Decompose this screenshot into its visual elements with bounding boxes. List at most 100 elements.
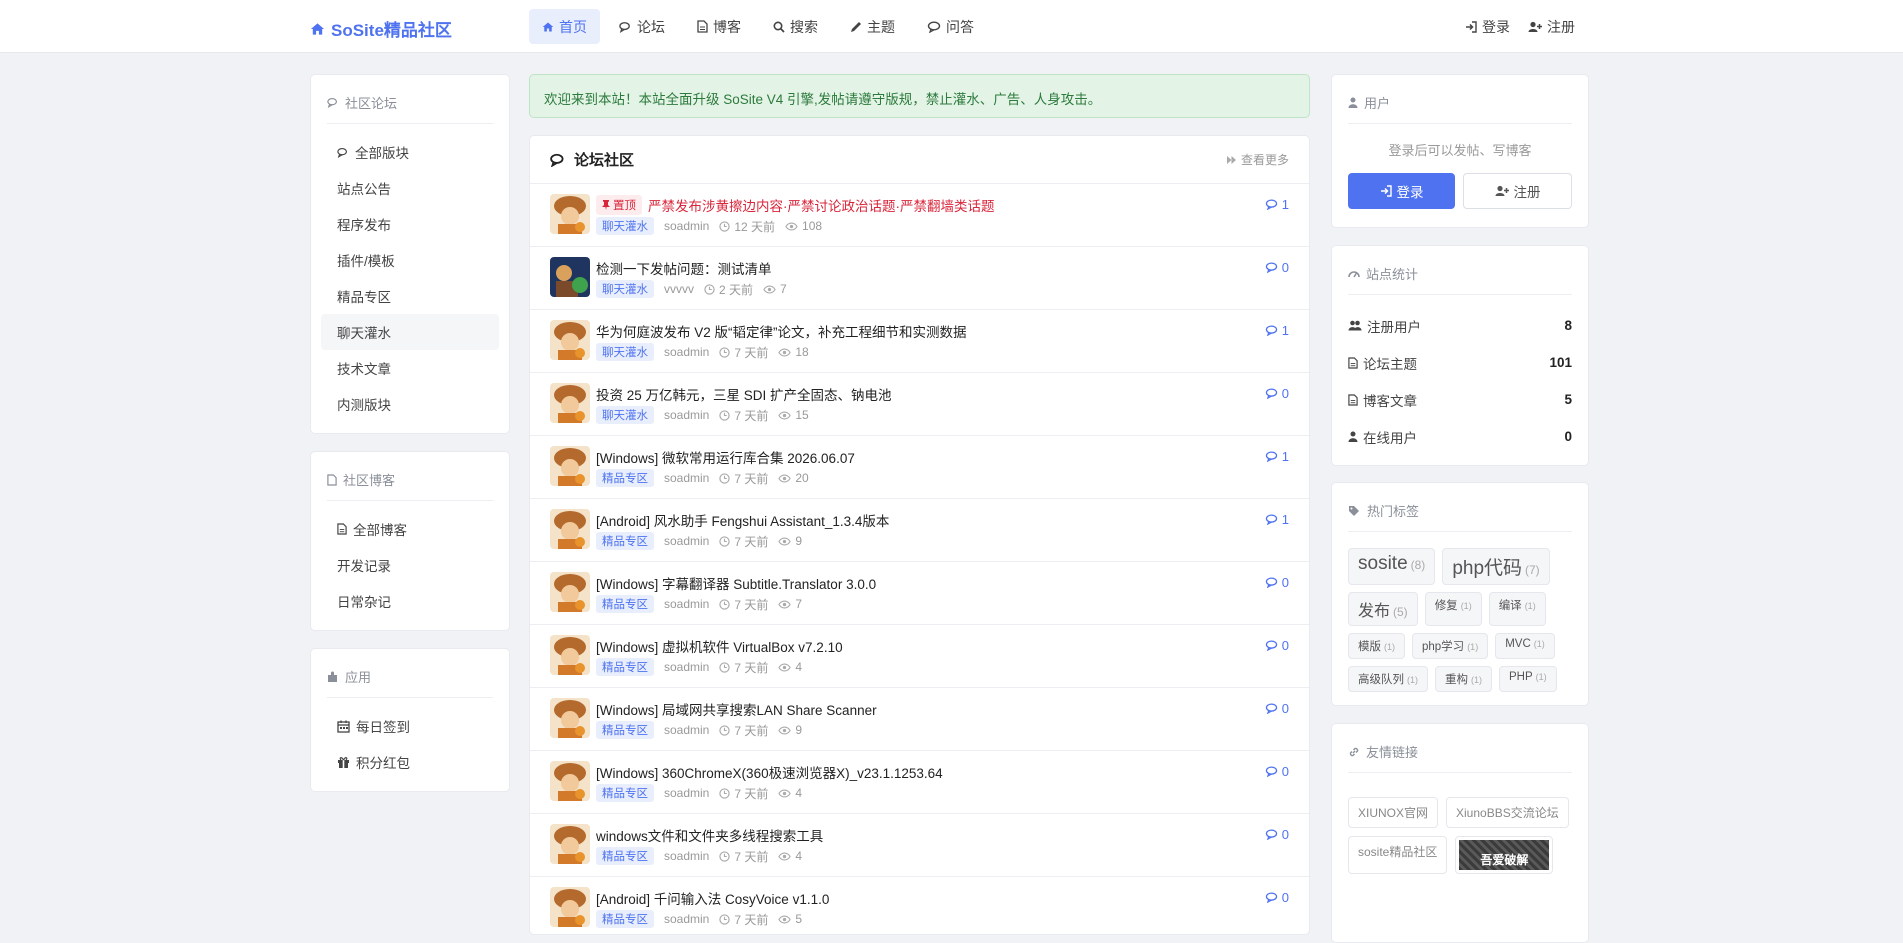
thread-replies[interactable]: 0 xyxy=(1265,764,1289,779)
thread-title-link[interactable]: [Windows] 360ChromeX(360极速浏览器X)_v23.1.12… xyxy=(596,762,943,782)
hot-tag[interactable]: sosite (8) xyxy=(1348,548,1436,585)
sidebar-item-red-packet[interactable]: 积分红包 xyxy=(321,744,499,780)
thread-row[interactable]: [Android] 风水助手 Fengshui Assistant_1.3.4版… xyxy=(530,499,1309,562)
board-tag[interactable]: 精品专区 xyxy=(596,658,654,676)
board-tag[interactable]: 精品专区 xyxy=(596,847,654,865)
avatar[interactable] xyxy=(550,257,590,297)
login-button[interactable]: 登录 xyxy=(1348,173,1455,209)
thread-author[interactable]: soadmin xyxy=(664,597,709,611)
thread-author[interactable]: soadmin xyxy=(664,660,709,674)
hot-tag[interactable]: 高级队列 (1) xyxy=(1348,666,1428,692)
thread-title-link[interactable]: [Windows] 虚拟机软件 VirtualBox v7.2.10 xyxy=(596,636,843,656)
thread-author[interactable]: soadmin xyxy=(664,849,709,863)
sidebar-item-tech[interactable]: 技术文章 xyxy=(321,350,499,386)
thread-replies[interactable]: 0 xyxy=(1265,638,1289,653)
sidebar-item-checkin[interactable]: 每日签到 xyxy=(321,708,499,744)
thread-row[interactable]: [Windows] 360ChromeX(360极速浏览器X)_v23.1.12… xyxy=(530,751,1309,814)
hot-tag[interactable]: 重构 (1) xyxy=(1435,666,1492,692)
avatar[interactable] xyxy=(550,446,590,486)
view-more-link[interactable]: 查看更多 xyxy=(1226,151,1289,168)
hot-tag[interactable]: MVC (1) xyxy=(1495,633,1555,659)
friend-link[interactable]: XIUNOX官网 xyxy=(1348,797,1439,828)
nav-blog[interactable]: 博客 xyxy=(684,9,754,44)
sidebar-item-diary[interactable]: 日常杂记 xyxy=(321,583,499,619)
avatar[interactable] xyxy=(550,824,590,864)
thread-author[interactable]: soadmin xyxy=(664,408,709,422)
thread-author[interactable]: soadmin xyxy=(664,345,709,359)
thread-author[interactable]: soadmin xyxy=(664,912,709,926)
nav-search[interactable]: 搜索 xyxy=(760,9,831,44)
avatar[interactable] xyxy=(550,887,590,927)
thread-row[interactable]: [Android] 千问输入法 CosyVoice v1.1.0 精品专区 soad… xyxy=(530,877,1309,934)
board-tag[interactable]: 聊天灌水 xyxy=(596,217,654,235)
nav-register-button[interactable]: 注册 xyxy=(1522,9,1581,44)
board-tag[interactable]: 精品专区 xyxy=(596,469,654,487)
thread-row[interactable]: windows文件和文件夹多线程搜索工具 精品专区 soadmin 7 天前 4 0 xyxy=(530,814,1309,877)
hot-tag[interactable]: php代码 (7) xyxy=(1442,548,1550,585)
board-tag[interactable]: 精品专区 xyxy=(596,784,654,802)
hot-tag[interactable]: PHP (1) xyxy=(1499,666,1557,692)
thread-author[interactable]: soadmin xyxy=(664,786,709,800)
hot-tag[interactable]: 发布 (5) xyxy=(1348,592,1418,626)
thread-replies[interactable]: 0 xyxy=(1265,701,1289,716)
thread-replies[interactable]: 0 xyxy=(1265,386,1289,401)
thread-replies[interactable]: 0 xyxy=(1265,260,1289,275)
board-tag[interactable]: 精品专区 xyxy=(596,595,654,613)
thread-title-link[interactable]: windows文件和文件夹多线程搜索工具 xyxy=(596,825,823,845)
thread-title-link[interactable]: 检测一下发帖问题：测试清单 xyxy=(596,258,772,278)
thread-author[interactable]: vvvvv xyxy=(664,282,694,296)
register-button[interactable]: 注册 xyxy=(1463,173,1572,209)
thread-row[interactable]: 华为何庭波发布 V2 版“韬定律”论文，补充工程细节和实测数据 聊天灌水 soadm… xyxy=(530,310,1309,373)
avatar[interactable] xyxy=(550,383,590,423)
thread-title-link[interactable]: [Android] 风水助手 Fengshui Assistant_1.3.4版… xyxy=(596,510,889,530)
thread-row[interactable]: [Windows] 局域网共享搜索LAN Share Scanner 精品专区 so… xyxy=(530,688,1309,751)
board-tag[interactable]: 聊天灌水 xyxy=(596,280,654,298)
thread-title-link[interactable]: [Windows] 微软常用运行库合集 2026.06.07 xyxy=(596,447,855,467)
board-tag[interactable]: 聊天灌水 xyxy=(596,406,654,424)
board-tag[interactable]: 精品专区 xyxy=(596,721,654,739)
avatar[interactable] xyxy=(550,194,590,234)
thread-author[interactable]: soadmin xyxy=(664,723,709,737)
thread-replies[interactable]: 0 xyxy=(1265,890,1289,905)
thread-row[interactable]: [Windows] 字幕翻译器 Subtitle.Translator 3.0.… xyxy=(530,562,1309,625)
hot-tag[interactable]: 修复 (1) xyxy=(1424,592,1482,626)
nav-qa[interactable]: 问答 xyxy=(914,9,987,44)
sidebar-item-beta[interactable]: 内测版块 xyxy=(321,386,499,422)
avatar[interactable] xyxy=(550,635,590,675)
thread-author[interactable]: soadmin xyxy=(664,471,709,485)
thread-title-link[interactable]: 置顶 严禁发布涉黄擦边内容·严禁讨论政治话题·严禁翻墙类话题 xyxy=(596,195,995,215)
friend-link[interactable]: sosite精品社区 xyxy=(1348,836,1448,874)
sidebar-item-chat[interactable]: 聊天灌水 xyxy=(321,314,499,350)
nav-home[interactable]: 首页 xyxy=(529,9,600,44)
thread-replies[interactable]: 1 xyxy=(1265,512,1289,527)
site-logo[interactable]: SoSite精品社区 xyxy=(310,16,452,41)
avatar[interactable] xyxy=(550,572,590,612)
sidebar-item-all-boards[interactable]: 全部版块 xyxy=(321,134,499,170)
hot-tag[interactable]: 编译 (1) xyxy=(1488,592,1546,626)
sidebar-item-devlog[interactable]: 开发记录 xyxy=(321,547,499,583)
sidebar-item-announcements[interactable]: 站点公告 xyxy=(321,170,499,206)
friend-link[interactable]: XiunoBBS交流论坛 xyxy=(1446,797,1569,828)
hot-tag[interactable]: 模版 (1) xyxy=(1348,633,1405,659)
board-tag[interactable]: 聊天灌水 xyxy=(596,343,654,361)
avatar[interactable] xyxy=(550,509,590,549)
thread-title-link[interactable]: [Windows] 字幕翻译器 Subtitle.Translator 3.0.… xyxy=(596,573,876,593)
thread-row[interactable]: 检测一下发帖问题：测试清单 聊天灌水 vvvvv 2 天前 7 0 xyxy=(530,247,1309,310)
thread-row[interactable]: [Windows] 虚拟机软件 VirtualBox v7.2.10 精品专区 so… xyxy=(530,625,1309,688)
thread-title-link[interactable]: [Windows] 局域网共享搜索LAN Share Scanner xyxy=(596,699,877,719)
thread-row[interactable]: [Windows] 微软常用运行库合集 2026.06.07 精品专区 soadmi… xyxy=(530,436,1309,499)
board-tag[interactable]: 精品专区 xyxy=(596,532,654,550)
thread-replies[interactable]: 1 xyxy=(1265,323,1289,338)
thread-replies[interactable]: 1 xyxy=(1265,449,1289,464)
thread-title-link[interactable]: [Android] 千问输入法 CosyVoice v1.1.0 xyxy=(596,888,829,908)
sidebar-item-all-blogs[interactable]: 全部博客 xyxy=(321,511,499,547)
nav-forum[interactable]: 论坛 xyxy=(606,9,678,44)
sidebar-item-premium[interactable]: 精品专区 xyxy=(321,278,499,314)
sidebar-item-releases[interactable]: 程序发布 xyxy=(321,206,499,242)
sidebar-item-plugins[interactable]: 插件/模板 xyxy=(321,242,499,278)
thread-title-link[interactable]: 投资 25 万亿韩元，三星 SDI 扩产全固态、钠电池 xyxy=(596,384,892,404)
thread-author[interactable]: soadmin xyxy=(664,219,709,233)
thread-row[interactable]: 置顶 严禁发布涉黄擦边内容·严禁讨论政治话题·严禁翻墙类话题 聊天灌水 soadmin… xyxy=(530,184,1309,247)
nav-login-button[interactable]: 登录 xyxy=(1459,9,1516,44)
thread-replies[interactable]: 0 xyxy=(1265,575,1289,590)
